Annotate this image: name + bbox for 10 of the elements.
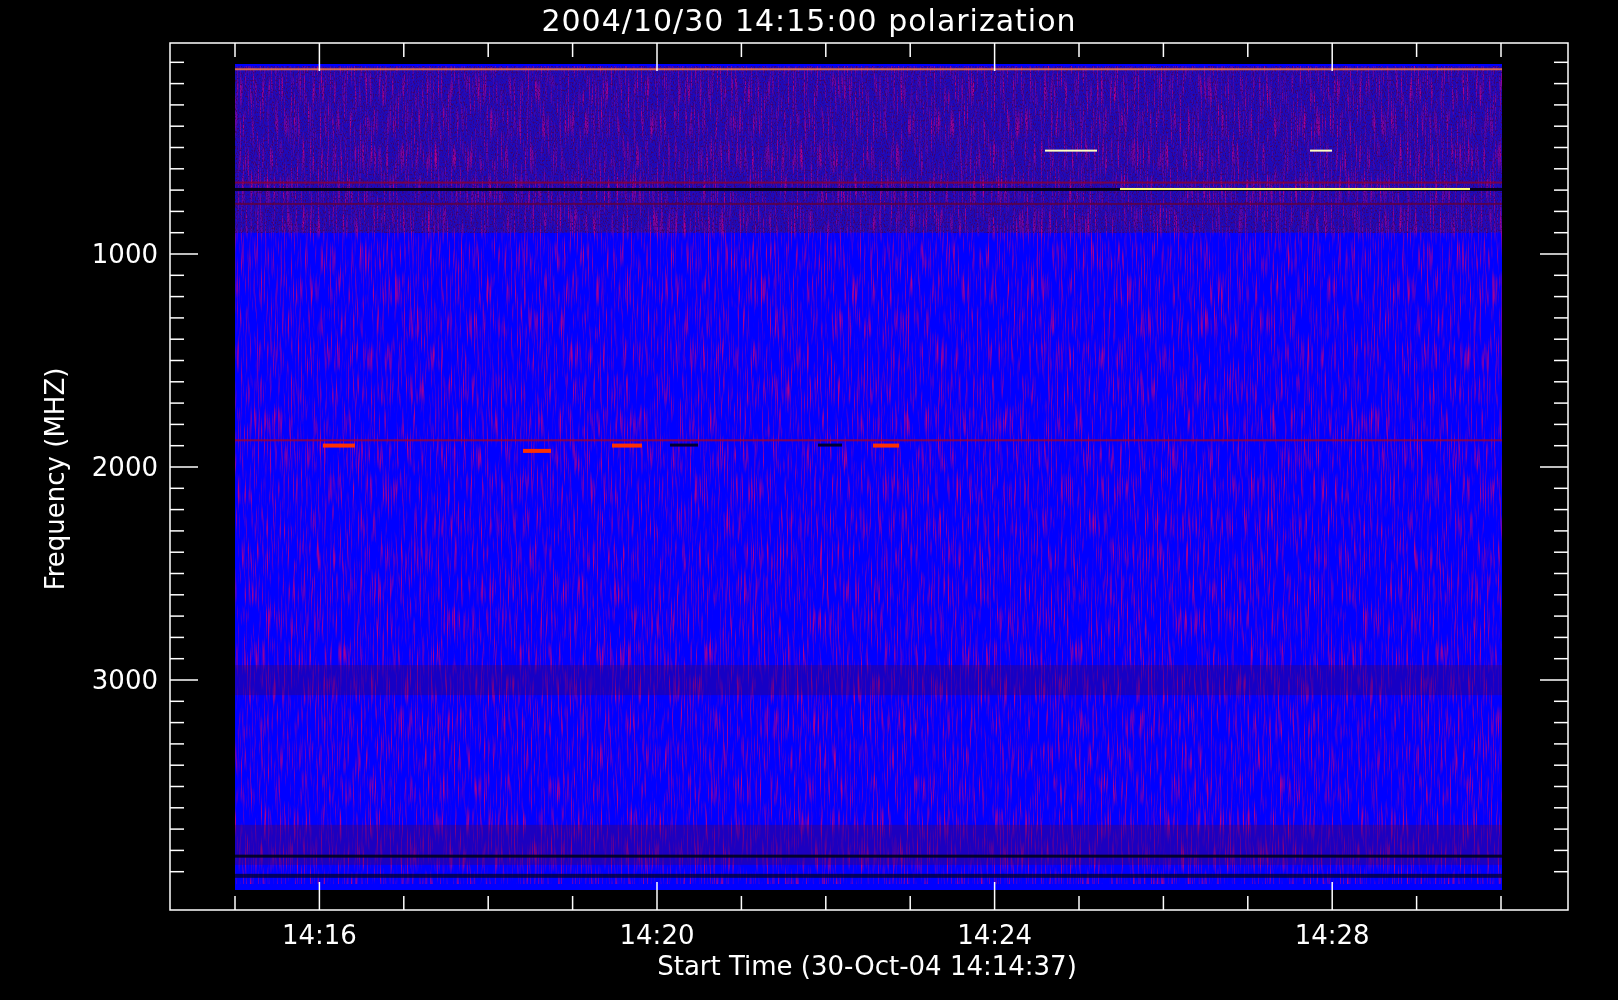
y-tick-label: 3000 — [91, 665, 158, 695]
y-axis-label: Frequency (MHZ) — [40, 367, 70, 591]
x-tick-label: 14:24 — [957, 920, 1033, 950]
x-tick-label: 14:16 — [281, 920, 357, 950]
y-tick-label: 2000 — [91, 452, 158, 482]
plot-title: 2004/10/30 14:15:00 polarization — [541, 2, 1077, 40]
x-tick-label: 14:20 — [619, 920, 695, 950]
x-axis-label: Start Time (30-Oct-04 14:14:37) — [657, 951, 1077, 981]
x-tick-label: 14:28 — [1294, 920, 1370, 950]
y-tick-label: 1000 — [91, 239, 158, 269]
